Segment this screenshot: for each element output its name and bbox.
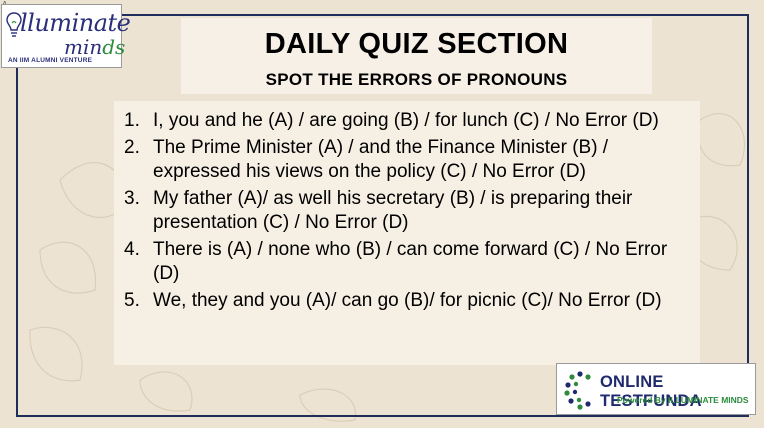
illuminate-minds-logo: lluminate minds AN IIM ALUMNI VENTURE bbox=[1, 4, 131, 68]
quiz-panel: 1. I, you and he (A) / are going (B) / f… bbox=[114, 101, 700, 365]
question-number: 4. bbox=[124, 239, 140, 260]
question-text: My father (A)/ as well his secretary (B)… bbox=[153, 188, 633, 233]
question-number: 1. bbox=[124, 110, 140, 131]
page-title: DAILY QUIZ SECTION bbox=[264, 28, 569, 60]
question-item: 4. There is (A) / none who (B) / can com… bbox=[124, 238, 694, 286]
question-text: I, you and he (A) / are going (B) / for … bbox=[153, 110, 659, 131]
question-item: 3. My father (A)/ as well his secretary … bbox=[124, 187, 694, 235]
question-item: 1. I, you and he (A) / are going (B) / f… bbox=[124, 109, 694, 133]
question-text: We, they and you (A)/ can go (B)/ for pi… bbox=[153, 290, 662, 311]
question-item: 5. We, they and you (A)/ can go (B)/ for… bbox=[124, 289, 694, 313]
logo-tagline: AN IIM ALUMNI VENTURE bbox=[8, 57, 93, 64]
testfunda-brand-name: ONLINE TESTFUNDA bbox=[600, 373, 702, 410]
question-text: There is (A) / none who (B) / can come f… bbox=[153, 239, 668, 284]
testfunda-tagline: Powered By ILLUMINATE MINDS bbox=[617, 395, 749, 405]
logo-word-illuminate: lluminate bbox=[20, 9, 131, 37]
question-number: 3. bbox=[124, 188, 140, 209]
question-text: The Prime Minister (A) / and the Finance… bbox=[153, 137, 609, 182]
question-number: 5. bbox=[124, 290, 140, 311]
question-number: 2. bbox=[124, 137, 140, 158]
online-testfunda-logo: ONLINE TESTFUNDA Powered By ILLUMINATE M… bbox=[556, 363, 756, 415]
page-subtitle: SPOT THE ERRORS OF PRONOUNS bbox=[265, 70, 568, 89]
logo-word-minds: minds bbox=[64, 35, 126, 59]
dots-cluster-icon bbox=[564, 371, 591, 410]
question-list: 1. I, you and he (A) / are going (B) / f… bbox=[124, 109, 694, 316]
question-item: 2. The Prime Minister (A) / and the Fina… bbox=[124, 136, 694, 184]
title-banner: DAILY QUIZ SECTION SPOT THE ERRORS OF PR… bbox=[181, 18, 652, 94]
